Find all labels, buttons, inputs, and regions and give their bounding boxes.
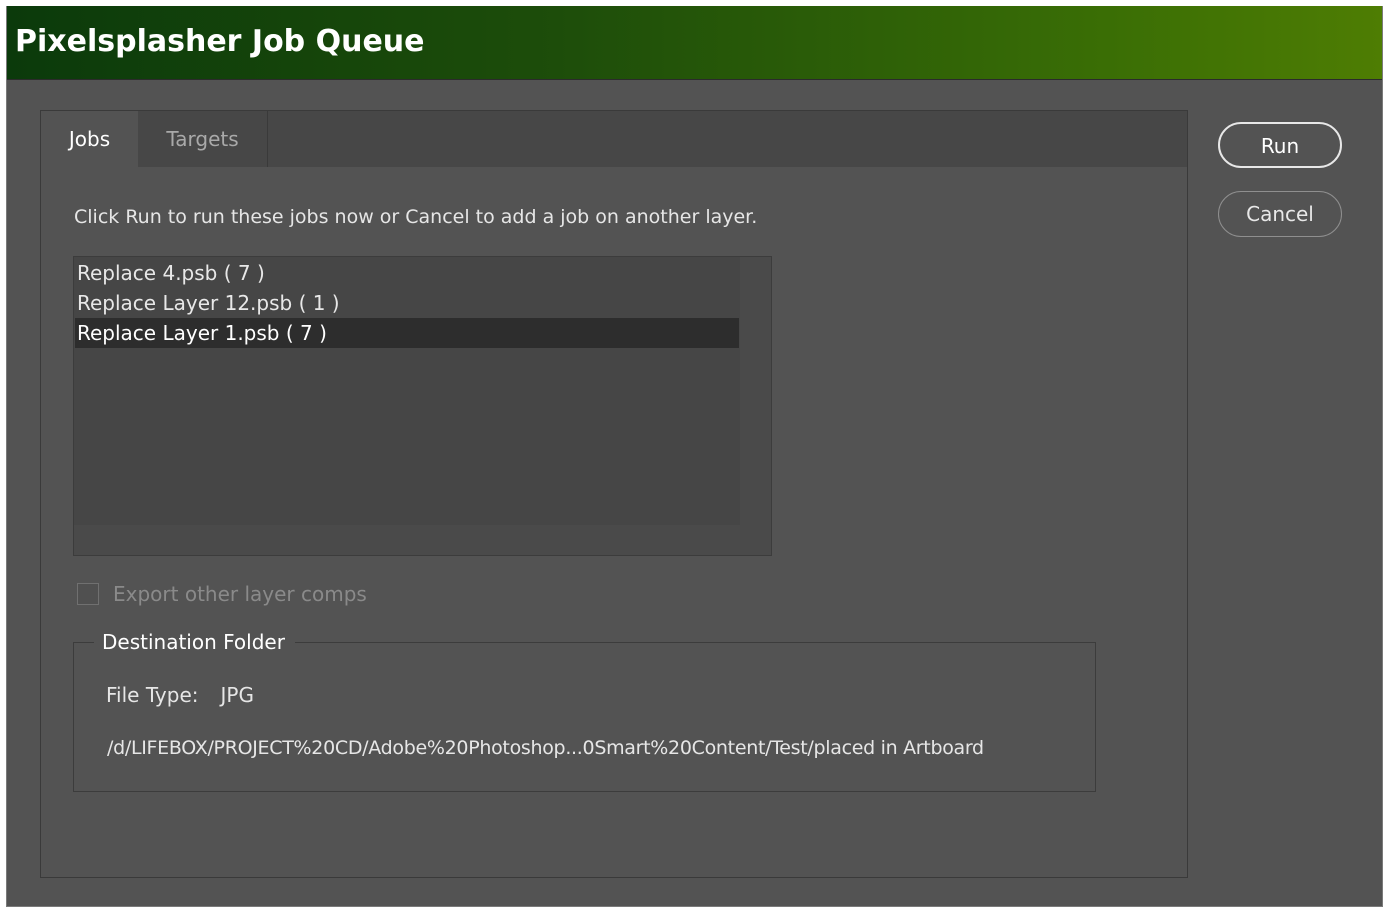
tab-panel: Jobs Targets Click Run to run these jobs… (40, 110, 1188, 878)
file-type-row: File Type: JPG (106, 683, 254, 707)
job-list-item[interactable]: Replace Layer 12.psb ( 1 ) (75, 288, 739, 318)
window-title: Pixelsplasher Job Queue (15, 24, 425, 59)
export-comps-label: Export other layer comps (113, 582, 367, 606)
destination-folder-group: Destination Folder File Type: JPG /d/LIFE… (73, 629, 1096, 792)
tab-targets[interactable]: Targets (138, 111, 268, 167)
destination-folder-legend: Destination Folder (94, 629, 295, 655)
jobs-list-area: Replace 4.psb ( 7 ) Replace Layer 12.psb… (74, 257, 740, 525)
run-button[interactable]: Run (1218, 122, 1342, 168)
cancel-button[interactable]: Cancel (1218, 191, 1342, 237)
job-list-item[interactable]: Replace 4.psb ( 7 ) (75, 258, 739, 288)
jobs-listbox[interactable]: Replace 4.psb ( 7 ) Replace Layer 12.psb… (73, 256, 772, 556)
instruction-text: Click Run to run these jobs now or Cance… (74, 206, 758, 228)
tab-jobs[interactable]: Jobs (41, 111, 138, 167)
job-list-item-selected[interactable]: Replace Layer 1.psb ( 7 ) (75, 318, 739, 348)
destination-path: /d/LIFEBOX/PROJECT%20CD/Adobe%20Photosho… (107, 737, 984, 759)
job-queue-dialog: Pixelsplasher Job Queue Jobs Targets Cli… (6, 6, 1383, 907)
title-bar: Pixelsplasher Job Queue (7, 6, 1382, 80)
file-type-label: File Type: (106, 683, 199, 707)
tab-strip: Jobs Targets (41, 111, 1187, 167)
file-type-value: JPG (220, 683, 254, 707)
export-comps-checkbox[interactable] (77, 583, 99, 605)
